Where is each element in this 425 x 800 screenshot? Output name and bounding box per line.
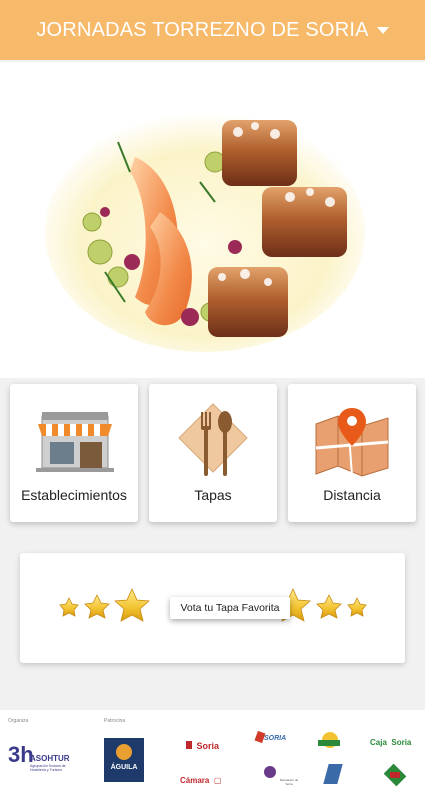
asohtur-logo: 3h ASOHTUR Agrupación Soriana de Hostele…	[8, 742, 70, 772]
camara-logo: Cámara ▢	[180, 776, 222, 785]
tourism-logo	[318, 730, 344, 754]
map-pin-icon	[288, 402, 416, 482]
star-icon	[59, 597, 79, 617]
fork-spoon-icon	[149, 402, 277, 482]
footer-caption-patrocina: Patrocina	[104, 718, 126, 724]
soria-logo: Soria	[186, 736, 220, 751]
tile-label: Tapas	[194, 487, 232, 503]
app-title: JORNADAS TORREZNO DE SORIA	[36, 18, 369, 41]
star-icon	[114, 588, 150, 622]
aguila-logo: ÁGUILA	[104, 738, 144, 782]
soria-ni-small-logo	[322, 764, 346, 792]
soria-ni-logo: SORIA	[254, 730, 286, 758]
caja-soria-logo: Caja Soria	[370, 738, 412, 747]
vote-card[interactable]: Vota tu Tapa Favorita	[20, 553, 405, 663]
star-icon	[347, 597, 367, 617]
app-header[interactable]: JORNADAS TORREZNO DE SORIA	[0, 0, 425, 60]
diputacion-logo: Diputación de Soria	[264, 766, 298, 792]
tile-tapas[interactable]: Tapas	[149, 384, 277, 522]
storefront-icon	[10, 402, 138, 482]
vote-label: Vota tu Tapa Favorita	[170, 597, 290, 619]
tile-label: Distancia	[323, 487, 381, 503]
junta-logo	[383, 763, 408, 790]
footer-caption-organiza: Organiza	[8, 718, 29, 724]
sponsors-footer: Organiza Patrocina 3h ASOHTUR Agrupación…	[0, 710, 425, 800]
hero-image	[0, 62, 425, 378]
star-icon	[316, 594, 342, 619]
tile-distancia[interactable]: Distancia	[288, 384, 416, 522]
star-icon	[84, 594, 110, 619]
chevron-down-icon[interactable]	[376, 26, 389, 34]
tile-label: Establecimientos	[21, 487, 127, 503]
tile-establecimientos[interactable]: Establecimientos	[10, 384, 138, 522]
